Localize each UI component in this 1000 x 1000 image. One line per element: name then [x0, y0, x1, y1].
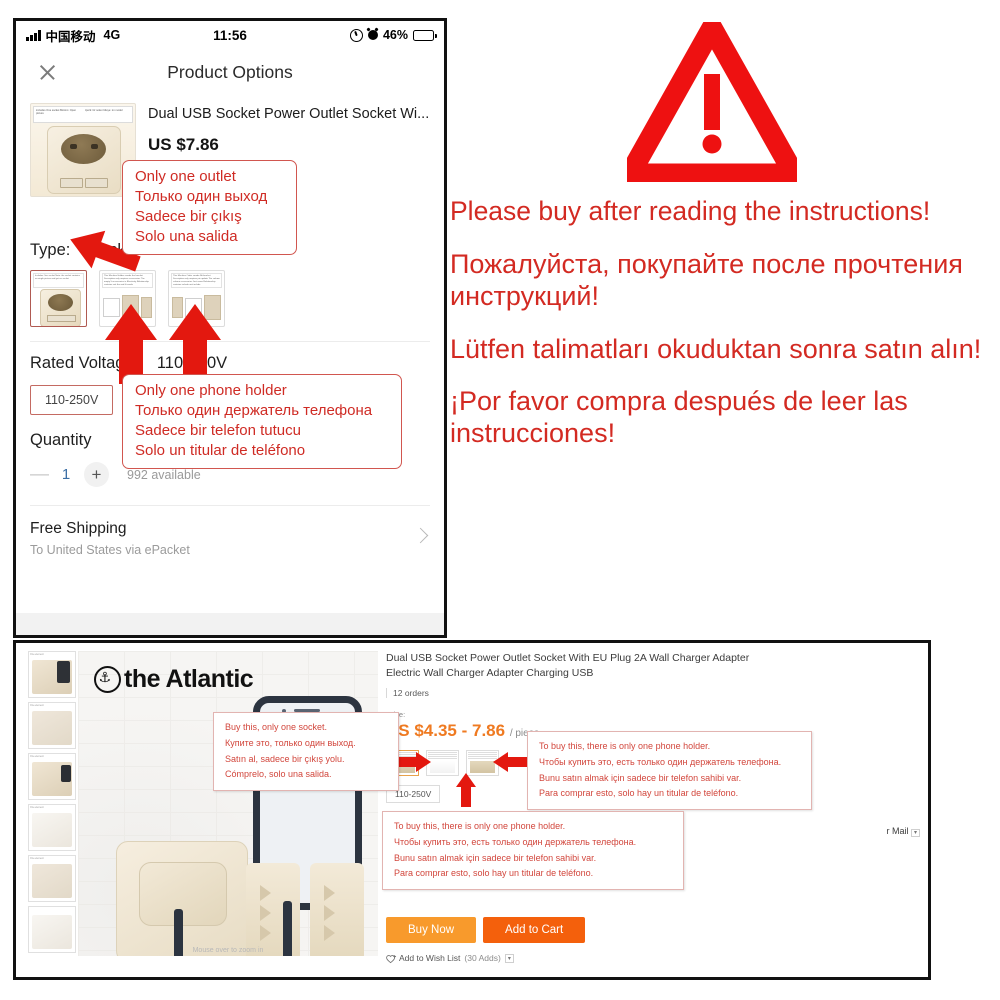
- add-to-cart-button[interactable]: Add to Cart: [483, 917, 586, 943]
- product-title: Dual USB Socket Power Outlet Socket Wi..…: [148, 106, 430, 122]
- callout-only-one-outlet: Only one outlet Только один выход Sadece…: [122, 160, 297, 255]
- product-price: US $7.86: [148, 135, 219, 155]
- chevron-down-icon[interactable]: ▾: [910, 829, 920, 838]
- callout-holder-line-3: Sadece bir telefon tutucu: [135, 421, 301, 439]
- swatch-caption-3: This Machine Order sender Bit bracket De…: [171, 273, 222, 288]
- wishlist-label: Add to Wish List: [399, 953, 461, 963]
- hero-product-image[interactable]: the Atlantic Mouse over to zoom in: [78, 651, 378, 956]
- desktop-action-buttons: Buy Now Add to Cart: [386, 917, 586, 943]
- desktop-product-title: Dual USB Socket Power Outlet Socket With…: [386, 652, 750, 680]
- product-thumbnail-list: One element One element One element One …: [28, 651, 76, 953]
- desktop-price-value: US $4.35 - 7.86: [386, 721, 506, 741]
- hero-zoom-hint: Mouse over to zoom in: [192, 947, 264, 954]
- thumbnail-item-6[interactable]: [28, 906, 76, 953]
- wishlist-chevron-down-icon[interactable]: ▾: [504, 953, 514, 963]
- status-bar: 中国移动 4G 11:56 46%: [16, 21, 444, 49]
- desktop-callout-phone-holder-right: To buy this, there is only one phone hol…: [527, 731, 812, 810]
- the-atlantic-logo-text: the Atlantic: [124, 665, 254, 693]
- warning-message-en: Please buy after reading the instruction…: [450, 196, 931, 226]
- callout-outlet-line-4: Solo una salida: [135, 227, 238, 245]
- desktop-callout-only-one-socket: Buy this, only one socket. Купите это, т…: [213, 712, 399, 791]
- location-icon: [349, 28, 363, 42]
- callout-outlet-line-1: Only one outlet: [135, 168, 236, 185]
- buy-now-button[interactable]: Buy Now: [386, 917, 477, 943]
- desktop-price-label: Price:: [386, 710, 920, 719]
- thumbnail-caption-left: includes One socket Bottom: Open picture: [36, 108, 77, 116]
- warning-message-tr: Lütfen talimatları okuduktan sonra satın…: [450, 333, 982, 364]
- desktop-arrow-right-to-socket-icon: [396, 751, 432, 773]
- warning-message-es: ¡Por favor compra después de leer las in…: [450, 385, 908, 449]
- shipping-title: Free Shipping: [30, 520, 127, 537]
- warning-triangle-icon: [612, 6, 812, 185]
- voltage-chip[interactable]: 110-250V: [30, 385, 114, 415]
- thumbnail-caption: includes One socket Bottom: Open picture…: [33, 106, 133, 123]
- product-thumbnail[interactable]: includes One socket Bottom: Open picture…: [30, 103, 136, 197]
- dc-holder2-line-3: Bunu satın almak için sadece bir telefon…: [394, 852, 597, 863]
- thumbnail-item-1[interactable]: One element: [28, 651, 76, 698]
- callout-holder-line-4: Solo un titular de teléfono: [135, 441, 306, 459]
- desktop-orders-count: 12 orders: [386, 688, 920, 699]
- callout-outlet-line-2: Только один выход: [135, 187, 268, 205]
- dc-socket-line-4: Cómprelo, solo una salida.: [225, 769, 332, 780]
- alarm-icon: [367, 30, 378, 40]
- dc-socket-line-2: Купите это, только один выход.: [225, 737, 356, 748]
- heart-plus-icon: [386, 954, 397, 963]
- desktop-screenshot-panel: One element One element One element One …: [13, 640, 931, 980]
- callout-outlet-line-3: Sadece bir çıkış: [135, 207, 242, 225]
- wishlist-adds-count: (30 Adds): [464, 953, 501, 963]
- desktop-shipping-method: r Mail: [886, 826, 909, 837]
- phone-holder-right-illustration: [310, 863, 364, 956]
- dc-socket-line-1: Buy this, only one socket.: [225, 722, 328, 732]
- desktop-callout-phone-holder-lower: To buy this, there is only one phone hol…: [382, 811, 684, 890]
- shipping-subtitle: To United States via ePacket: [30, 543, 190, 557]
- nav-bar: Product Options: [16, 49, 444, 95]
- voltage-option-row: Rated Voltage: 110-250V: [16, 354, 444, 373]
- status-bar-right: 46%: [349, 28, 437, 42]
- dc-holder1-line-2: Чтобы купить это, есть только один держа…: [539, 756, 782, 767]
- thumbnail-item-4[interactable]: One element: [28, 804, 76, 851]
- multilingual-warning-text: Please buy after reading the instruction…: [450, 196, 998, 470]
- shipping-row[interactable]: Free Shipping To United States via ePack…: [16, 506, 444, 557]
- dc-holder1-line-3: Bunu satın almak için sadece bir telefon…: [539, 772, 742, 783]
- dc-holder2-line-2: Чтобы купить это, есть только один держа…: [394, 836, 637, 847]
- thumbnail-item-5[interactable]: One element: [28, 855, 76, 902]
- battery-percent-label: 46%: [382, 28, 408, 42]
- quantity-decrease-button[interactable]: —: [30, 464, 49, 486]
- dc-holder1-line-4: Para comprar esto, solo hay un titular d…: [539, 788, 739, 799]
- thumbnail-item-3[interactable]: One element: [28, 753, 76, 800]
- battery-icon: [413, 29, 437, 41]
- thumbnail-item-2[interactable]: One element: [28, 702, 76, 749]
- dc-holder2-line-4: Para comprar esto, solo hay un titular d…: [394, 868, 594, 879]
- warning-message-ru: Пожалуйста, покупайте после прочтения ин…: [450, 248, 963, 312]
- close-icon[interactable]: [38, 63, 57, 82]
- desktop-page: One element One element One element One …: [16, 643, 928, 977]
- dc-socket-line-3: Satın al, sadece bir çıkış yolu.: [225, 753, 345, 764]
- add-to-wishlist-row[interactable]: Add to Wish List (30 Adds) ▾: [386, 953, 514, 963]
- desktop-shipping-value[interactable]: r Mail ▾: [886, 826, 920, 838]
- phone-screenshot-panel: 中国移动 4G 11:56 46% Product Options includ…: [13, 18, 447, 638]
- divider-1: [30, 341, 430, 342]
- desktop-arrow-up-to-holder-icon: [455, 772, 477, 808]
- callout-holder-line-2: Только один держатель телефона: [135, 401, 373, 419]
- panel-footer-strip: [16, 613, 444, 635]
- dc-holder2-line-1: To buy this, there is only one phone hol…: [394, 821, 566, 831]
- dc-holder1-line-1: To buy this, there is only one phone hol…: [539, 741, 711, 751]
- desktop-arrow-left-to-holder-icon: [492, 751, 528, 773]
- quantity-value: 1: [61, 466, 71, 483]
- thumbnail-caption-right: İçerik: bir soket İrdeye: ün model: [85, 108, 123, 112]
- page-root: 中国移动 4G 11:56 46% Product Options includ…: [0, 0, 1000, 1000]
- socket-illustration: [47, 126, 121, 194]
- quantity-increase-button[interactable]: +: [84, 462, 109, 487]
- stock-available-label: 992 available: [127, 467, 201, 482]
- the-atlantic-logo: the Atlantic: [94, 665, 254, 694]
- callout-holder-line-1: Only one phone holder: [135, 382, 287, 399]
- callout-only-one-phone-holder: Only one phone holder Только один держат…: [122, 374, 402, 469]
- swatch-image-1: [40, 289, 81, 326]
- anchor-icon: [94, 666, 121, 693]
- page-title: Product Options: [167, 61, 293, 82]
